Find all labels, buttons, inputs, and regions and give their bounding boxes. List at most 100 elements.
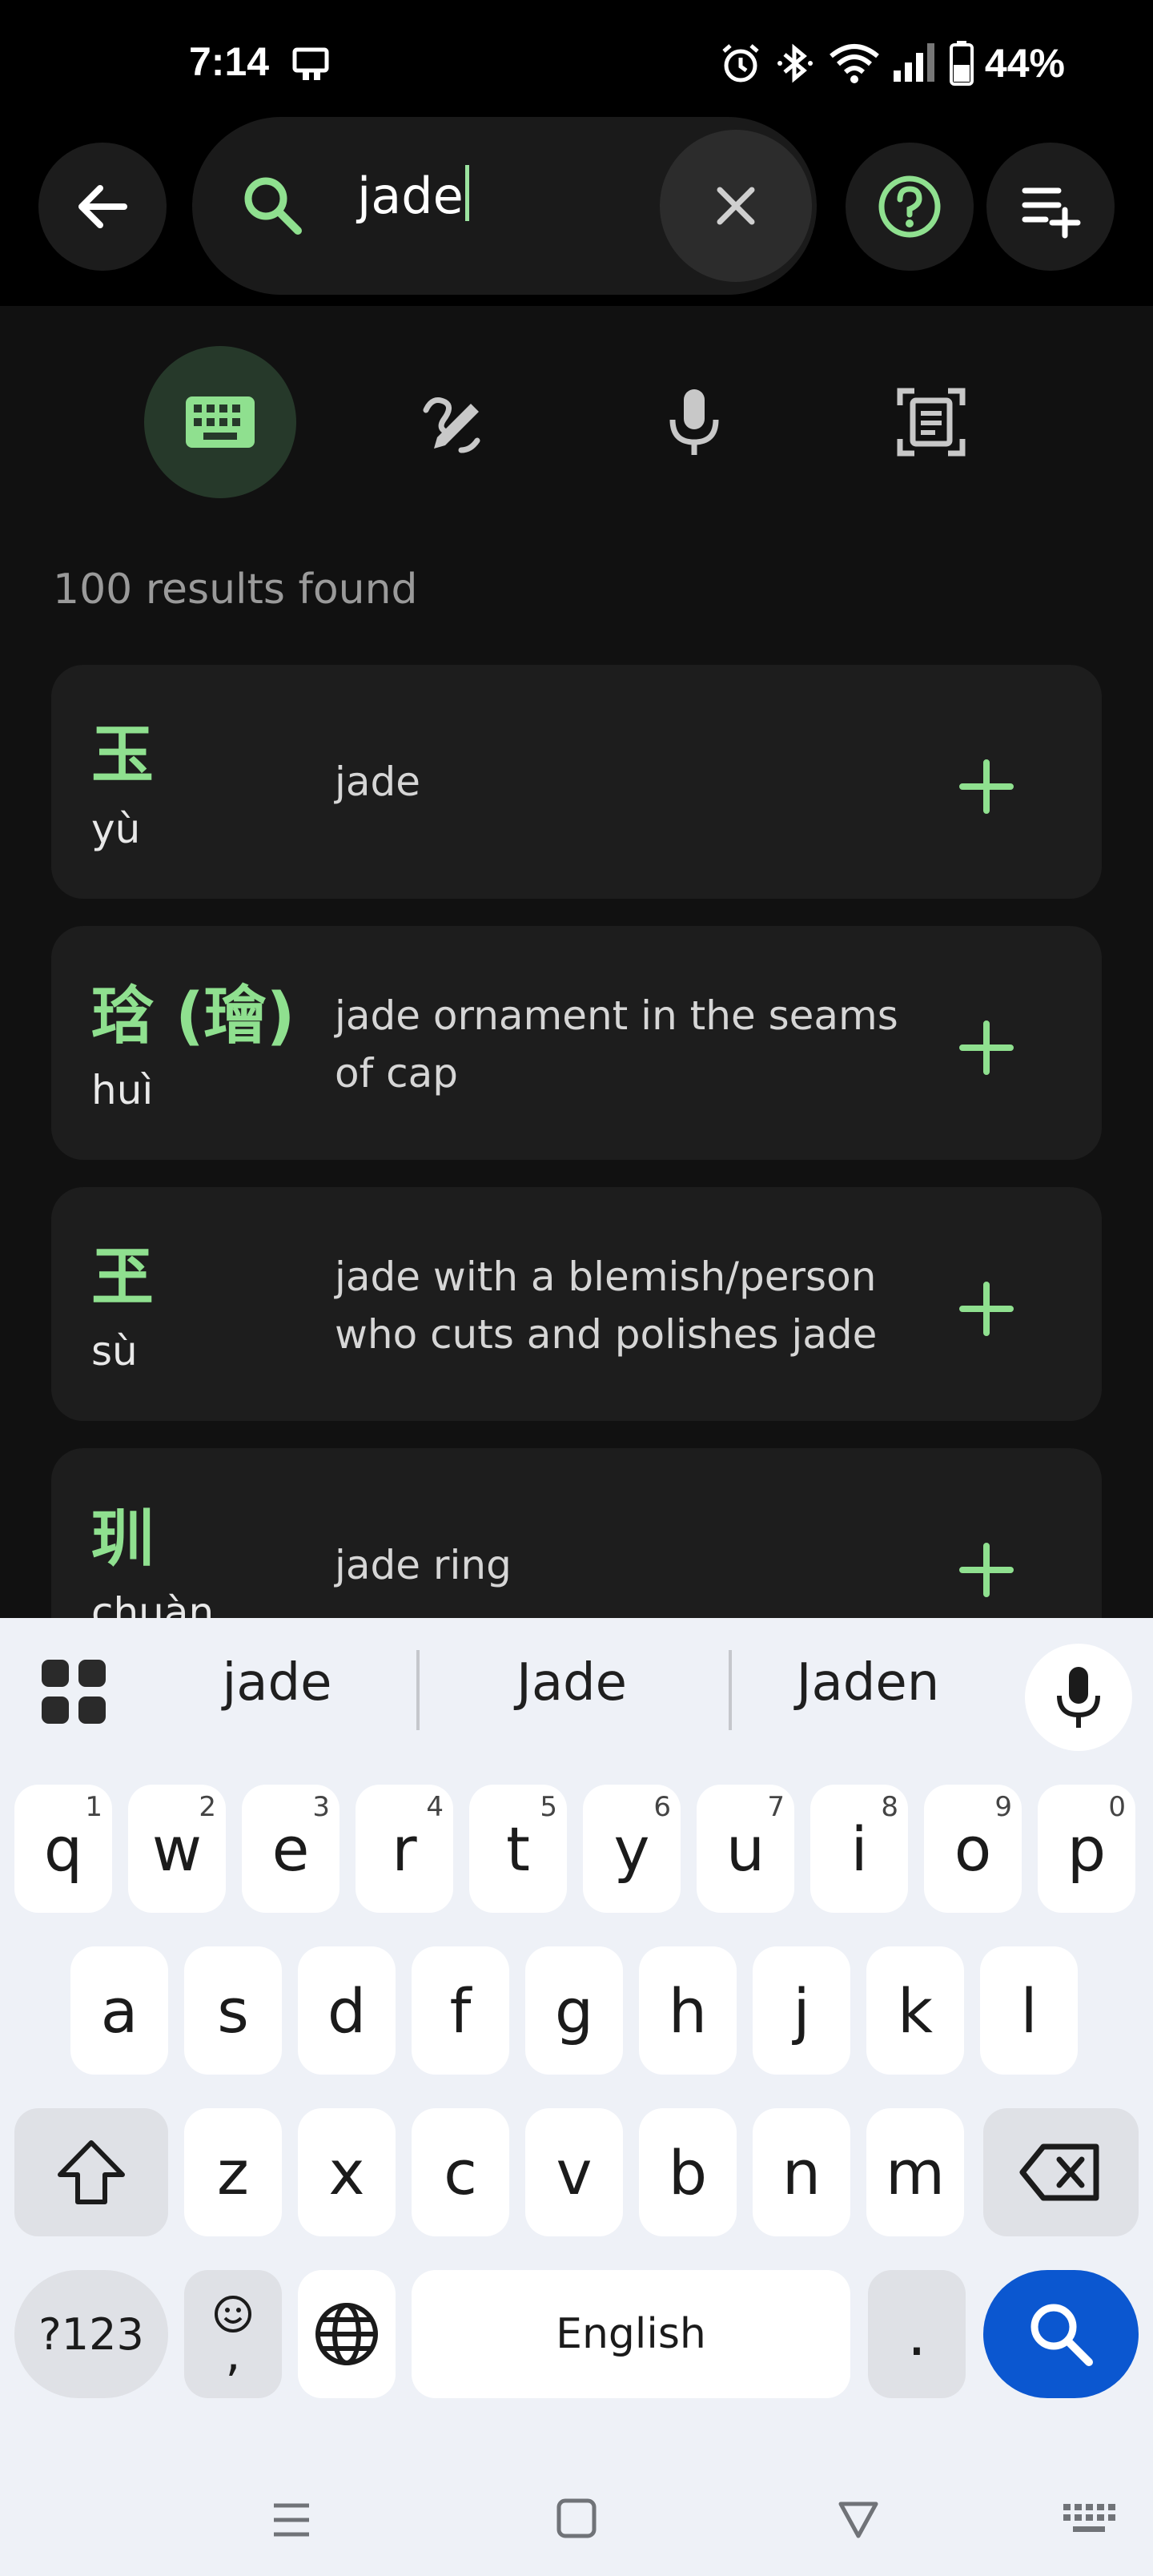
status-time: 7:14 bbox=[189, 39, 270, 84]
result-card[interactable]: 玉 yù jade bbox=[51, 665, 1102, 899]
suggestion-1[interactable]: jade bbox=[141, 1653, 413, 1713]
shift-icon bbox=[58, 2140, 125, 2204]
emoji-comma-key[interactable]: , bbox=[184, 2270, 282, 2398]
comma-label: , bbox=[225, 2326, 241, 2382]
result-pinyin: yù bbox=[91, 806, 141, 852]
add-to-list-button[interactable] bbox=[986, 143, 1115, 271]
home-icon[interactable] bbox=[554, 2496, 599, 2541]
back-nav-icon[interactable] bbox=[836, 2498, 881, 2542]
key-j[interactable]: j bbox=[753, 1946, 850, 2075]
key-m[interactable]: m bbox=[866, 2108, 964, 2236]
key-hint: 9 bbox=[994, 1791, 1012, 1823]
key-b[interactable]: b bbox=[639, 2108, 737, 2236]
status-bar: 7:14 44% bbox=[0, 0, 1153, 120]
backspace-key[interactable] bbox=[983, 2108, 1139, 2236]
draw-icon bbox=[423, 397, 480, 453]
battery-percent: 44% bbox=[984, 41, 1065, 86]
add-icon[interactable] bbox=[954, 1538, 1018, 1602]
key-label: q bbox=[43, 1813, 83, 1885]
suggestion-3[interactable]: Jaden bbox=[732, 1653, 1004, 1713]
handwriting-mode-button[interactable] bbox=[380, 346, 532, 498]
arrow-back-icon bbox=[78, 185, 127, 228]
key-c[interactable]: c bbox=[412, 2108, 509, 2236]
result-pinyin: huì bbox=[91, 1067, 154, 1113]
period-key[interactable]: . bbox=[868, 2270, 966, 2398]
key-d[interactable]: d bbox=[298, 1946, 396, 2075]
result-definition: jade bbox=[335, 759, 421, 805]
keyboard-mode-button[interactable] bbox=[144, 346, 296, 498]
space-key[interactable]: English bbox=[412, 2270, 850, 2398]
key-label: r bbox=[392, 1813, 417, 1885]
key-t[interactable]: t5 bbox=[469, 1785, 567, 1913]
search-input[interactable]: jade bbox=[357, 165, 469, 225]
key-x[interactable]: x bbox=[298, 2108, 396, 2236]
navigation-bar bbox=[0, 2459, 1153, 2576]
key-label: o bbox=[954, 1813, 992, 1885]
key-s[interactable]: s bbox=[184, 1946, 282, 2075]
language-key[interactable] bbox=[298, 2270, 396, 2398]
result-card[interactable]: 玔 chuàn jade ring bbox=[51, 1448, 1102, 1618]
key-hint: 1 bbox=[85, 1791, 102, 1823]
clear-search-button[interactable] bbox=[660, 130, 812, 282]
symbols-key[interactable]: ?123 bbox=[14, 2270, 168, 2398]
text-caret bbox=[464, 165, 469, 221]
key-label: p bbox=[1067, 1813, 1107, 1885]
recents-icon[interactable] bbox=[269, 2498, 314, 2542]
voice-typing-button[interactable] bbox=[1025, 1644, 1132, 1751]
search-bar[interactable]: jade bbox=[192, 117, 817, 295]
search-query-text: jade bbox=[357, 167, 464, 225]
key-i[interactable]: i8 bbox=[810, 1785, 908, 1913]
wifi-icon bbox=[830, 44, 879, 83]
device-icon bbox=[292, 47, 329, 80]
key-label: w bbox=[151, 1813, 203, 1885]
voice-mode-button[interactable] bbox=[618, 346, 770, 498]
result-definition: jade with a blemish/person who cuts and … bbox=[335, 1254, 878, 1358]
key-u[interactable]: u7 bbox=[697, 1785, 794, 1913]
key-h[interactable]: h bbox=[639, 1946, 737, 2075]
key-k[interactable]: k bbox=[866, 1946, 964, 2075]
apps-grid-icon[interactable] bbox=[40, 1658, 107, 1725]
key-p[interactable]: p0 bbox=[1038, 1785, 1135, 1913]
help-button[interactable] bbox=[846, 143, 974, 271]
close-icon bbox=[717, 187, 755, 225]
keyboard-switch-icon[interactable] bbox=[1062, 2502, 1116, 2538]
key-w[interactable]: w2 bbox=[128, 1785, 226, 1913]
key-hint: 4 bbox=[426, 1791, 444, 1823]
key-label: t bbox=[506, 1813, 530, 1885]
key-f[interactable]: f bbox=[412, 1946, 509, 2075]
playlist-add-icon bbox=[1022, 187, 1081, 239]
key-e[interactable]: e3 bbox=[242, 1785, 339, 1913]
key-label: u bbox=[725, 1813, 765, 1885]
result-card[interactable]: 琀 (璯) huì jade ornament in the seams of … bbox=[51, 926, 1102, 1160]
key-q[interactable]: q1 bbox=[14, 1785, 112, 1913]
key-g[interactable]: g bbox=[525, 1946, 623, 2075]
bluetooth-icon bbox=[777, 43, 813, 83]
key-n[interactable]: n bbox=[753, 2108, 850, 2236]
key-z[interactable]: z bbox=[184, 2108, 282, 2236]
back-button[interactable] bbox=[38, 143, 167, 271]
suggestion-2[interactable]: Jade bbox=[436, 1653, 708, 1713]
status-icons: 44% bbox=[719, 40, 1065, 87]
add-icon[interactable] bbox=[954, 1016, 1018, 1080]
result-pinyin: sù bbox=[91, 1328, 138, 1375]
key-a[interactable]: a bbox=[70, 1946, 168, 2075]
scan-mode-button[interactable] bbox=[855, 346, 1007, 498]
key-y[interactable]: y6 bbox=[583, 1785, 681, 1913]
shift-key[interactable] bbox=[14, 2108, 168, 2236]
add-icon[interactable] bbox=[954, 1277, 1018, 1341]
globe-icon bbox=[315, 2303, 378, 2365]
key-hint: 2 bbox=[199, 1791, 216, 1823]
key-v[interactable]: v bbox=[525, 2108, 623, 2236]
key-o[interactable]: o9 bbox=[924, 1785, 1022, 1913]
result-definition: jade ring bbox=[335, 1542, 512, 1588]
alarm-icon bbox=[722, 44, 759, 83]
backspace-icon bbox=[1019, 2143, 1099, 2201]
battery-icon bbox=[949, 41, 974, 86]
result-definition: jade ornament in the seams of cap bbox=[335, 992, 898, 1097]
document-scanner-icon bbox=[897, 388, 966, 457]
key-r[interactable]: r4 bbox=[356, 1785, 453, 1913]
result-card[interactable]: 玊 sù jade with a blemish/person who cuts… bbox=[51, 1187, 1102, 1421]
key-l[interactable]: l bbox=[980, 1946, 1078, 2075]
search-key[interactable] bbox=[983, 2270, 1139, 2398]
add-icon[interactable] bbox=[954, 755, 1018, 819]
